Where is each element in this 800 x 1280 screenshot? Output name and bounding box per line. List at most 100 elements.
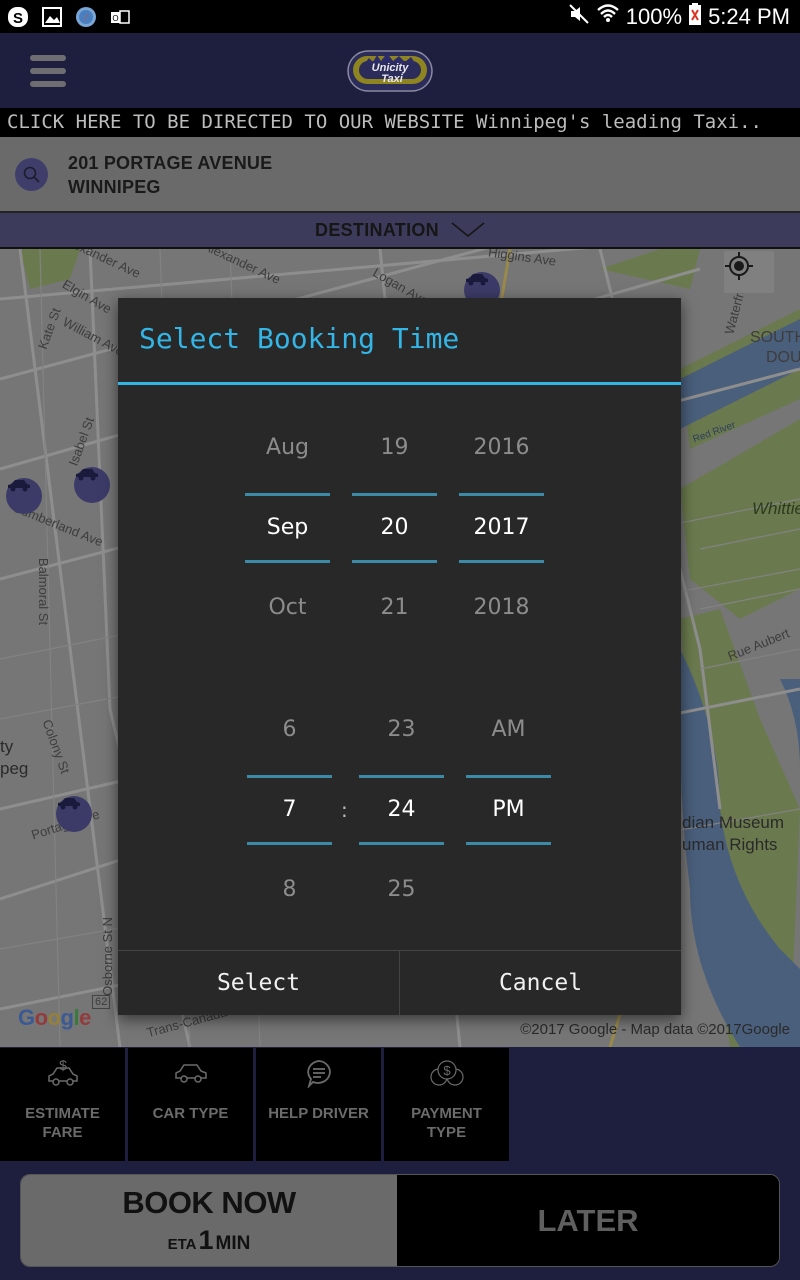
dialog-title: Select Booking Time [139, 322, 460, 355]
booking-time-dialog: Select Booking Time Aug Sep Oct 19 20 21… [118, 298, 681, 1015]
picker-divider [245, 560, 330, 563]
minute-selected[interactable]: 24 [359, 770, 444, 850]
minute-picker[interactable]: 23 24 25 [359, 690, 444, 930]
minute-prev[interactable]: 23 [359, 690, 444, 770]
map-label: uman Rights [682, 835, 778, 854]
book-now-label: BOOK NOW [122, 1185, 296, 1220]
tool-label: HELP DRIVER [268, 1105, 369, 1122]
month-picker[interactable]: Aug Sep Oct [245, 408, 330, 648]
map-label: dian Museum [682, 813, 785, 832]
year-picker[interactable]: 2016 2017 2018 [459, 408, 544, 648]
car-icon [8, 480, 30, 492]
taxi-marker[interactable] [56, 796, 92, 832]
taxi-marker[interactable] [6, 478, 42, 514]
day-picker[interactable]: 19 20 21 [352, 408, 437, 648]
hour-next[interactable]: 8 [247, 850, 332, 930]
picker-divider [466, 775, 551, 778]
year-next[interactable]: 2018 [459, 568, 544, 648]
gallery-icon [40, 5, 64, 29]
month-selected[interactable]: Sep [245, 488, 330, 568]
year-selected-value: 2017 [473, 515, 530, 540]
ampm-selected-value: PM [492, 797, 525, 822]
eta-readout: ETA 1 MIN [168, 1225, 251, 1256]
ampm-picker[interactable]: AM PM [466, 690, 551, 930]
month-prev[interactable]: Aug [245, 408, 330, 488]
crosshair-icon [725, 252, 753, 280]
book-now-button[interactable]: BOOK NOW ETA 1 MIN [21, 1175, 397, 1266]
wifi-icon [596, 2, 620, 32]
hour-selected-value: 7 [282, 797, 297, 822]
tool-bar: $ ESTIMATE FARE CAR TYPE HELP DRIVER $ PA… [0, 1048, 509, 1161]
picker-divider [466, 842, 551, 845]
month-next[interactable]: Oct [245, 568, 330, 648]
map-label: Balmoral St [36, 557, 52, 626]
day-selected-value: 20 [380, 515, 409, 540]
hour-selected[interactable]: 7 [247, 770, 332, 850]
menu-icon-bar [30, 68, 66, 74]
eta-value: 1 [198, 1225, 214, 1255]
destination-label: DESTINATION [315, 219, 439, 240]
picker-divider [247, 842, 332, 845]
screen: S O 100% 5:24 PM Unicity Taxi CLICK HERE… [0, 0, 800, 1280]
tool-label: ESTIMATE FARE [25, 1105, 100, 1141]
status-bar: S O 100% 5:24 PM [0, 0, 800, 33]
car-icon [58, 798, 80, 810]
svg-text:S: S [13, 10, 23, 27]
car-type-button[interactable]: CAR TYPE [128, 1048, 253, 1161]
svg-text:O: O [112, 14, 118, 23]
tool-label: PAYMENT TYPE [411, 1105, 482, 1141]
browser-icon [74, 5, 98, 29]
unicity-taxi-logo: Unicity Taxi [347, 49, 433, 93]
search-icon [23, 166, 40, 183]
battery-icon [688, 2, 702, 32]
minute-next[interactable]: 25 [359, 850, 444, 930]
cancel-button[interactable]: Cancel [399, 951, 681, 1015]
picker-divider [247, 775, 332, 778]
booking-buttons: BOOK NOW ETA 1 MIN LATER [20, 1174, 780, 1267]
day-next[interactable]: 21 [352, 568, 437, 648]
map-copyright: ©2017 Google - Map data ©2017Google [520, 1021, 790, 1038]
menu-icon-bar [30, 55, 66, 61]
map-label: Whittier [752, 499, 800, 518]
map-label: Osborne St N [99, 917, 115, 996]
help-driver-button[interactable]: HELP DRIVER [256, 1048, 381, 1161]
taxi-marker[interactable] [74, 467, 110, 503]
tool-label: CAR TYPE [152, 1105, 229, 1122]
website-ticker-link[interactable]: CLICK HERE TO BE DIRECTED TO OUR WEBSITE… [0, 108, 800, 137]
year-selected[interactable]: 2017 [459, 488, 544, 568]
app-bar: Unicity Taxi [0, 33, 800, 108]
picker-divider [459, 493, 544, 496]
pickup-address-line2: WINNIPEG [68, 177, 161, 197]
hour-prev[interactable]: 6 [247, 690, 332, 770]
picker-divider [245, 493, 330, 496]
mute-icon [568, 3, 590, 31]
select-button[interactable]: Select [118, 951, 399, 1015]
year-prev[interactable]: 2016 [459, 408, 544, 488]
destination-toggle[interactable]: DESTINATION [0, 213, 800, 249]
map-label: DOU [766, 349, 800, 366]
my-location-button[interactable] [724, 251, 774, 293]
search-button[interactable] [15, 158, 48, 191]
svg-text:$: $ [443, 1063, 451, 1078]
hour-picker[interactable]: 6 7 8 [247, 690, 332, 930]
estimate-fare-button[interactable]: $ ESTIMATE FARE [0, 1048, 125, 1161]
day-selected[interactable]: 20 [352, 488, 437, 568]
menu-button[interactable] [30, 55, 66, 87]
picker-divider [459, 560, 544, 563]
day-prev[interactable]: 19 [352, 408, 437, 488]
highway-shield: 62 [92, 995, 111, 1009]
time-separator: : [341, 798, 348, 822]
ampm-next[interactable] [466, 850, 551, 930]
later-button[interactable]: LATER [397, 1175, 779, 1266]
ampm-prev[interactable]: AM [466, 690, 551, 770]
outlook-icon: O [108, 5, 132, 29]
map-label: ty [0, 737, 14, 756]
picker-divider [352, 560, 437, 563]
payment-type-button[interactable]: $ PAYMENT TYPE [384, 1048, 509, 1161]
ampm-selected[interactable]: PM [466, 770, 551, 850]
pickup-address-bar[interactable]: 201 PORTAGE AVENUE WINNIPEG [0, 137, 800, 213]
google-logo: Google [18, 1005, 91, 1030]
eta-prefix: ETA [167, 1236, 197, 1253]
skype-icon: S [6, 5, 30, 29]
dialog-buttons: Select Cancel [118, 950, 681, 1015]
